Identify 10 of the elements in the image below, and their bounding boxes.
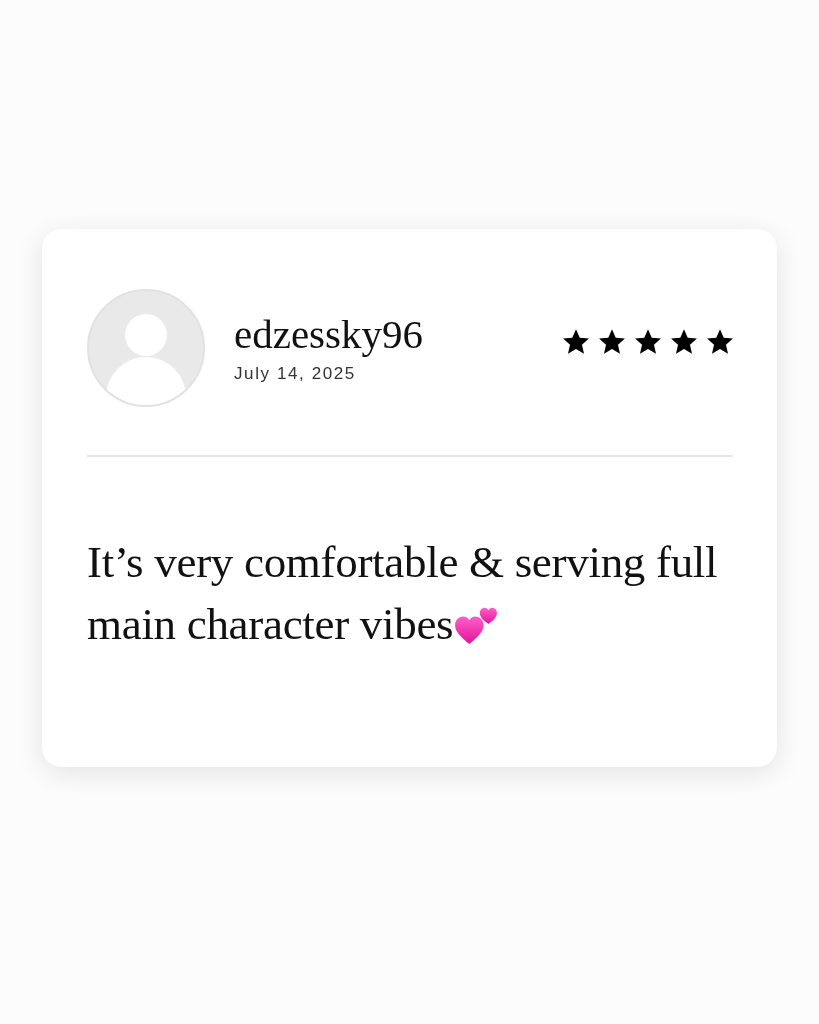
hearts-icon	[454, 605, 499, 645]
star-icon	[671, 328, 697, 354]
star-icon	[707, 328, 733, 354]
review-date: July 14, 2025	[234, 363, 357, 385]
star-icon	[563, 328, 589, 354]
username: edzessky96	[234, 311, 423, 357]
review-text: It’s very comfortable & serving full main character vibes	[87, 536, 719, 651]
star-icon	[635, 328, 661, 354]
avatar-icon	[87, 289, 205, 407]
star-icon	[599, 328, 625, 354]
